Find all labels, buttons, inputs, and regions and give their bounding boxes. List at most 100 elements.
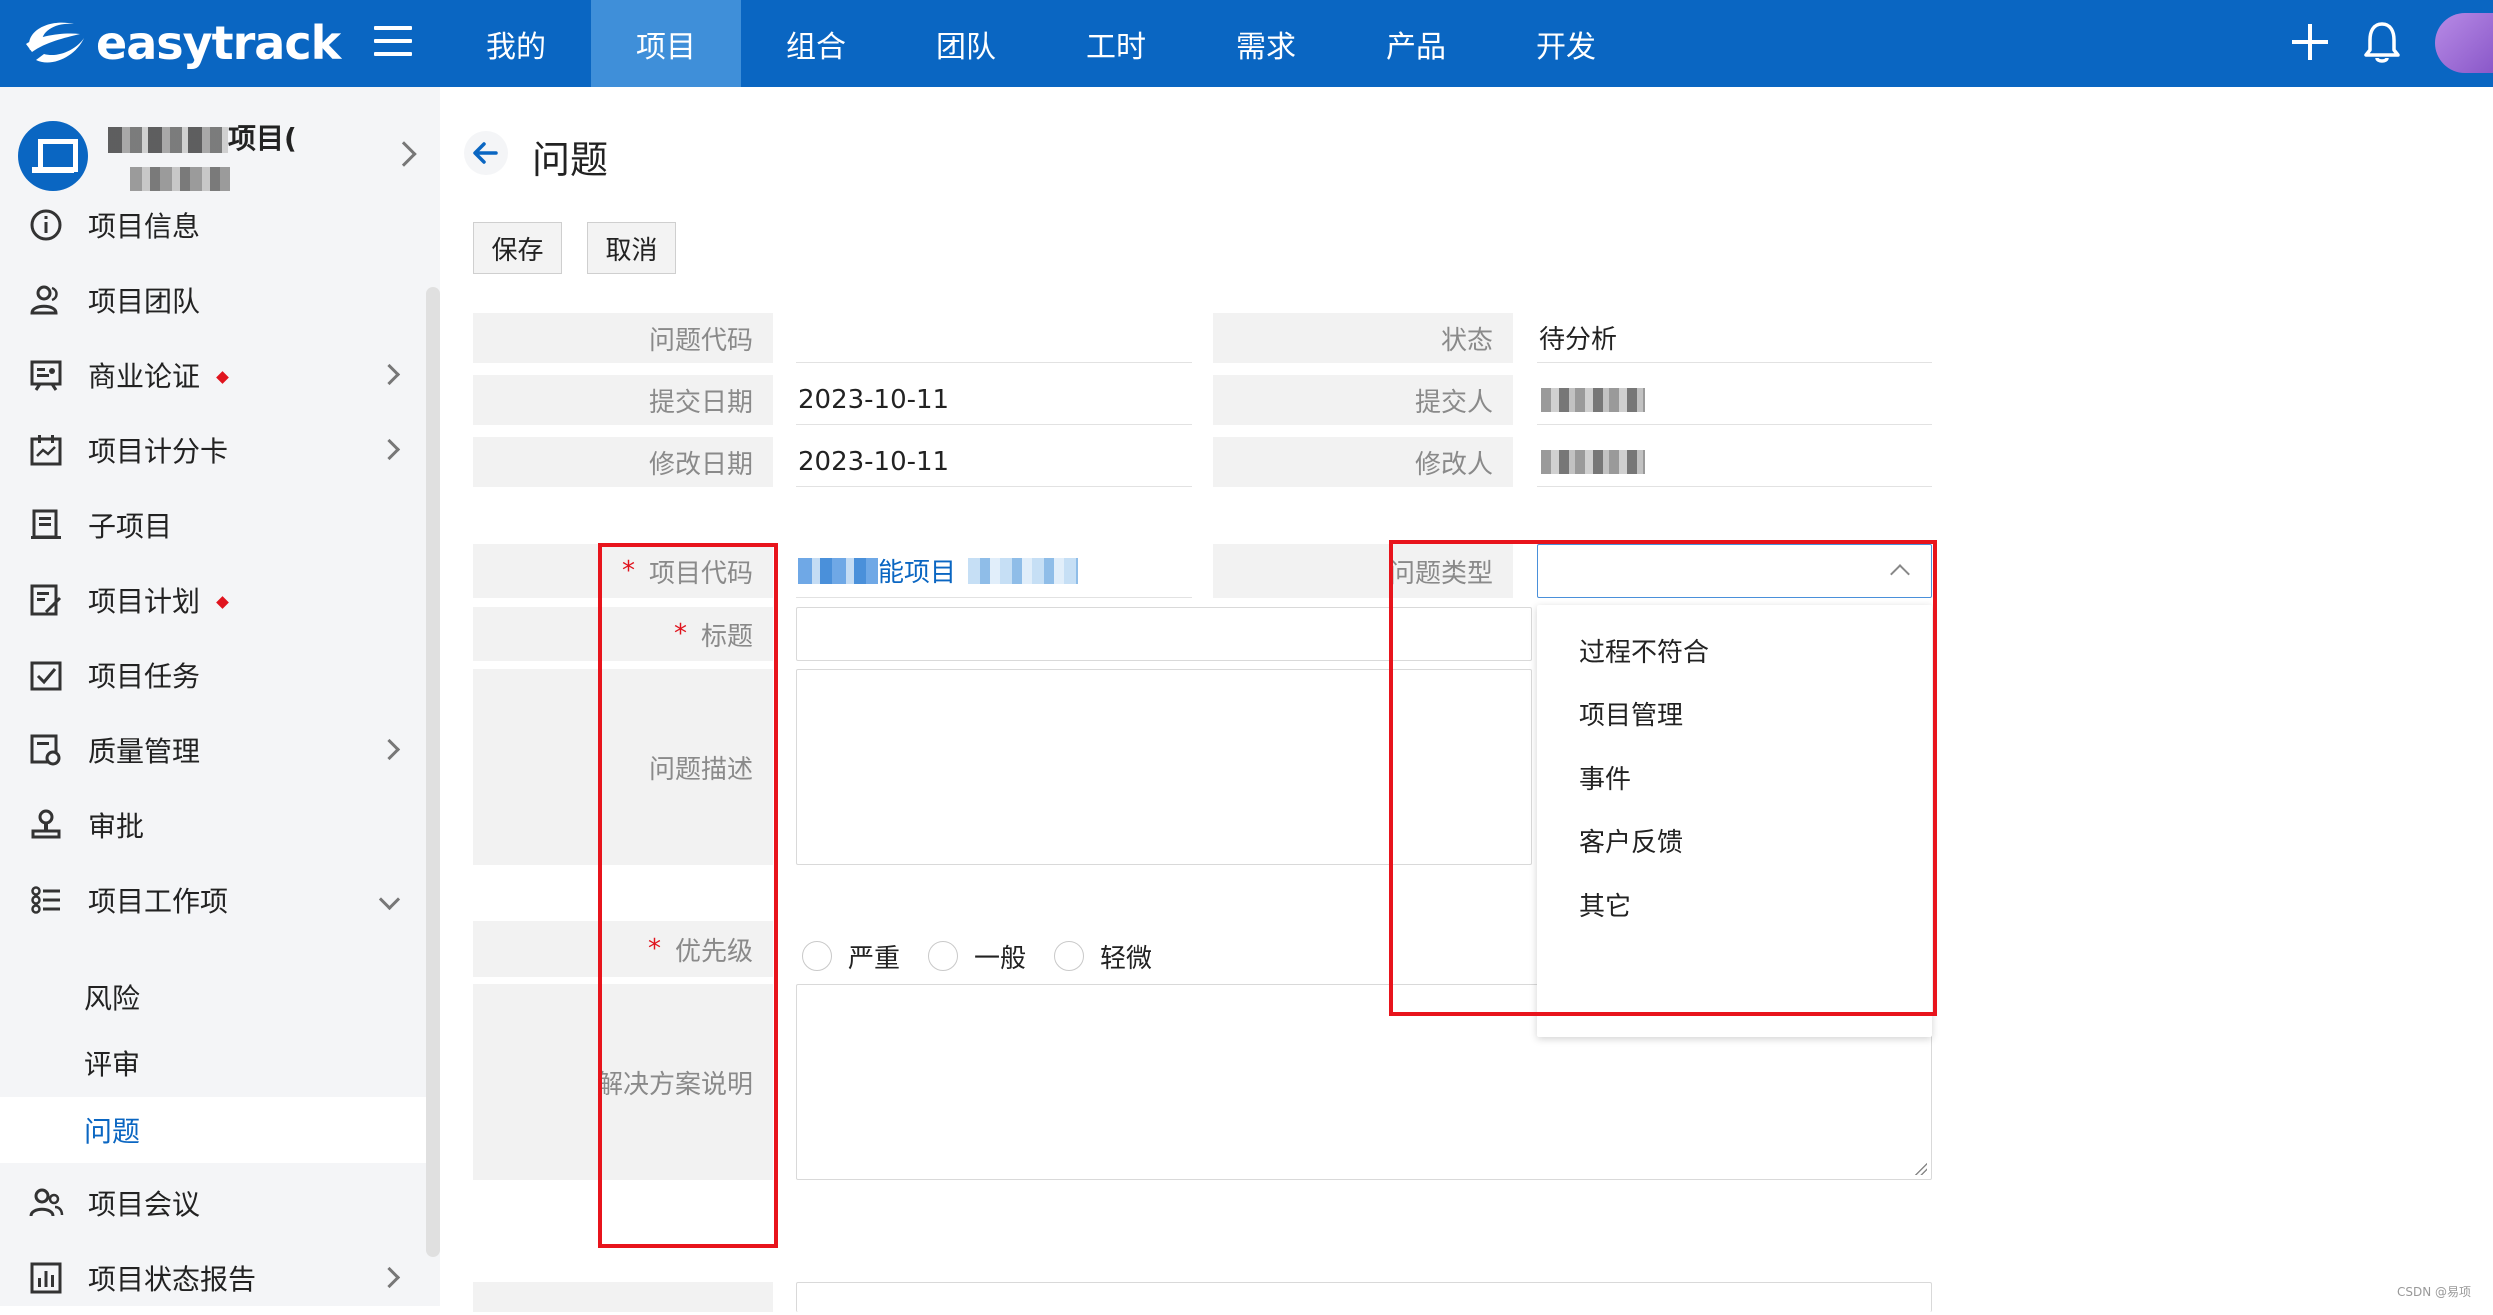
chevron-down-icon bbox=[379, 889, 400, 910]
modifier-value bbox=[1537, 437, 1932, 487]
sidebar-item-business-case[interactable]: 商业论证 bbox=[0, 337, 440, 412]
nav-item-requirements[interactable]: 需求 bbox=[1191, 0, 1341, 87]
status-value: 待分析 bbox=[1537, 313, 1932, 363]
add-icon[interactable] bbox=[2290, 22, 2330, 62]
nav-item-projects[interactable]: 项目 bbox=[591, 0, 741, 87]
sidebar-item-label: 项目团队 bbox=[88, 280, 200, 320]
submit-date-value: 2023-10-11 bbox=[796, 375, 1192, 425]
project-code-link[interactable]: 能项目 bbox=[878, 552, 956, 589]
brand-logo[interactable]: easytrack bbox=[18, 10, 340, 76]
chevron-right-icon bbox=[379, 739, 400, 760]
main-nav: 我的 项目 组合 团队 工时 需求 产品 开发 bbox=[441, 0, 1641, 87]
project-name-text: 项目( bbox=[228, 122, 297, 155]
radio-circle-icon bbox=[928, 941, 958, 971]
required-dot-icon bbox=[216, 371, 229, 384]
nav-item-team[interactable]: 团队 bbox=[891, 0, 1041, 87]
info-icon bbox=[28, 207, 64, 243]
sidebar-subitem-issues[interactable]: 问题 bbox=[0, 1097, 426, 1163]
sidebar-item-label: 项目计分卡 bbox=[88, 430, 228, 470]
redacted-text bbox=[798, 558, 878, 584]
nav-item-timesheet[interactable]: 工时 bbox=[1041, 0, 1191, 87]
sidebar-item-scorecard[interactable]: 项目计分卡 bbox=[0, 412, 440, 487]
redacted-person bbox=[1541, 450, 1645, 474]
bell-icon[interactable] bbox=[2362, 20, 2402, 64]
project-logo-icon bbox=[18, 121, 88, 191]
chevron-right-icon[interactable] bbox=[391, 141, 416, 166]
radio-circle-icon bbox=[802, 941, 832, 971]
sidebar-item-label: 商业论证 bbox=[88, 355, 227, 395]
chevron-right-icon bbox=[379, 364, 400, 385]
sidebar-item-project-tasks[interactable]: 项目任务 bbox=[0, 637, 440, 712]
nav-item-products[interactable]: 产品 bbox=[1341, 0, 1491, 87]
resize-grip-icon[interactable] bbox=[1915, 1163, 1927, 1175]
sidebar-item-label: 评审 bbox=[84, 1043, 140, 1083]
radio-circle-icon bbox=[1054, 941, 1084, 971]
meeting-icon bbox=[28, 1185, 64, 1221]
watermark: CSDN @易项 bbox=[2397, 1283, 2471, 1300]
sidebar-subitem-risks[interactable]: 风险 bbox=[0, 964, 426, 1030]
project-name: 项目( bbox=[108, 117, 297, 157]
priority-option-severe[interactable]: 严重 bbox=[802, 938, 900, 975]
save-button[interactable]: 保存 bbox=[473, 222, 562, 274]
approval-icon bbox=[28, 807, 64, 843]
sidebar-item-label: 项目会议 bbox=[88, 1183, 200, 1223]
redacted-text bbox=[968, 558, 1078, 584]
highlight-box-required-fields bbox=[598, 543, 778, 1248]
task-icon bbox=[28, 657, 64, 693]
project-code-value[interactable]: 能项目 bbox=[796, 544, 1192, 598]
sidebar-item-project-plan[interactable]: 项目计划 bbox=[0, 562, 440, 637]
sidebar-item-label: 审批 bbox=[88, 805, 144, 845]
sidebar-item-quality[interactable]: 质量管理 bbox=[0, 712, 440, 787]
menu-toggle-icon[interactable] bbox=[374, 26, 412, 62]
sidebar-scrollbar[interactable] bbox=[426, 287, 440, 1257]
next-field-label bbox=[473, 1282, 773, 1312]
next-field-input[interactable] bbox=[796, 1282, 1932, 1312]
nav-item-portfolio[interactable]: 组合 bbox=[741, 0, 891, 87]
sidebar-item-project-info[interactable]: 项目信息 bbox=[0, 187, 440, 262]
sidebar-item-project-team[interactable]: 项目团队 bbox=[0, 262, 440, 337]
modify-date-value: 2023-10-11 bbox=[796, 437, 1192, 487]
sidebar-item-subprojects[interactable]: 子项目 bbox=[0, 487, 440, 562]
required-dot-icon bbox=[216, 596, 229, 609]
main-content: 问题 保存 取消 问题代码 状态 待分析 提交日期 2023-10-11 提交人… bbox=[440, 87, 2493, 1306]
scorecard-icon bbox=[28, 432, 64, 468]
redacted-text bbox=[108, 127, 228, 153]
chevron-right-icon bbox=[379, 439, 400, 460]
nav-item-mine[interactable]: 我的 bbox=[441, 0, 591, 87]
top-bar: easytrack 我的 项目 组合 团队 工时 需求 产品 开发 bbox=[0, 0, 2493, 87]
plan-icon bbox=[28, 582, 64, 618]
status-label: 状态 bbox=[1213, 313, 1513, 363]
page-title: 问题 bbox=[532, 129, 608, 184]
sidebar-item-label: 项目计划 bbox=[88, 580, 227, 620]
report-icon bbox=[28, 1260, 64, 1296]
quality-icon bbox=[28, 732, 64, 768]
sidebar-item-work-items[interactable]: 项目工作项 bbox=[0, 862, 440, 937]
sidebar-item-label: 项目状态报告 bbox=[88, 1258, 256, 1298]
modify-date-label: 修改日期 bbox=[473, 437, 773, 487]
submitter-value bbox=[1537, 375, 1932, 425]
nav-item-development[interactable]: 开发 bbox=[1491, 0, 1641, 87]
sidebar-subitem-reviews[interactable]: 评审 bbox=[0, 1030, 426, 1096]
sidebar-item-label: 问题 bbox=[84, 1110, 140, 1150]
user-avatar[interactable] bbox=[2435, 13, 2493, 73]
cancel-button[interactable]: 取消 bbox=[587, 222, 676, 274]
issue-code-label: 问题代码 bbox=[473, 313, 773, 363]
chevron-right-icon bbox=[379, 1267, 400, 1288]
sidebar-item-label: 质量管理 bbox=[88, 730, 200, 770]
highlight-box-issue-type bbox=[1389, 540, 1937, 1016]
submit-date-label: 提交日期 bbox=[473, 375, 773, 425]
sidebar-item-approval[interactable]: 审批 bbox=[0, 787, 440, 862]
easytrack-logo-icon bbox=[18, 10, 90, 76]
back-arrow-icon[interactable] bbox=[464, 131, 508, 175]
redacted-person bbox=[1541, 388, 1645, 412]
sidebar-item-label: 项目信息 bbox=[88, 205, 200, 245]
priority-radio-group: 严重 一般 轻微 bbox=[802, 934, 1180, 978]
issue-code-value bbox=[796, 313, 1192, 363]
priority-option-normal[interactable]: 一般 bbox=[928, 938, 1026, 975]
sidebar-item-status-report[interactable]: 项目状态报告 bbox=[0, 1240, 440, 1315]
workitem-icon bbox=[28, 882, 64, 918]
submitter-label: 提交人 bbox=[1213, 375, 1513, 425]
sidebar-item-label: 项目任务 bbox=[88, 655, 200, 695]
priority-option-minor[interactable]: 轻微 bbox=[1054, 938, 1152, 975]
sidebar-item-meetings[interactable]: 项目会议 bbox=[0, 1165, 440, 1240]
